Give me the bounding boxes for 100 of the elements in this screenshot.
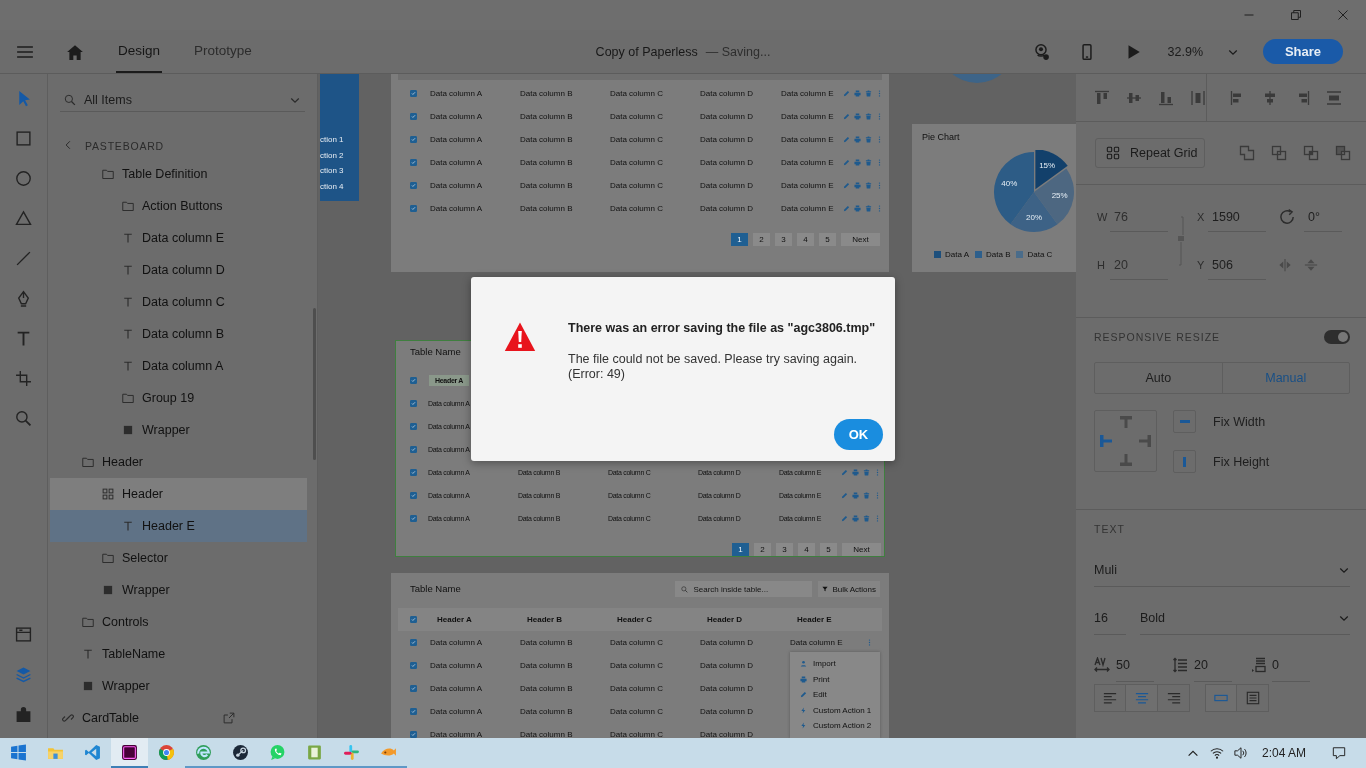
page-button[interactable]: 1: [732, 543, 749, 556]
printer-icon[interactable]: [852, 492, 859, 499]
checkbox[interactable]: [410, 469, 417, 476]
layer-item[interactable]: Wrapper: [50, 574, 307, 606]
checkbox[interactable]: [410, 515, 417, 522]
trash-icon[interactable]: [865, 136, 872, 143]
printer-icon[interactable]: [852, 515, 859, 522]
layer-item[interactable]: Data column E: [50, 222, 307, 254]
repeat-grid-button[interactable]: Repeat Grid: [1095, 138, 1205, 168]
search-field[interactable]: Search inside table...: [675, 581, 813, 597]
checkbox[interactable]: [410, 159, 417, 166]
printer-icon[interactable]: [852, 469, 859, 476]
layer-item[interactable]: Table Definition: [50, 158, 307, 190]
search-field[interactable]: All Items: [84, 92, 281, 107]
pin-icon[interactable]: [1118, 452, 1134, 468]
page-button[interactable]: 4: [798, 543, 815, 556]
page-button[interactable]: 5: [820, 543, 837, 556]
checkbox[interactable]: [410, 616, 417, 623]
more-icon[interactable]: [866, 639, 873, 646]
layer-item[interactable]: TableName: [50, 638, 307, 670]
pencil-icon[interactable]: [841, 492, 848, 499]
next-button[interactable]: Next: [841, 233, 880, 246]
more-icon[interactable]: [876, 182, 883, 189]
trash-icon[interactable]: [863, 469, 870, 476]
align-center-button[interactable]: [1126, 684, 1158, 712]
page-button[interactable]: 3: [775, 233, 792, 246]
layer-item[interactable]: Action Buttons: [50, 190, 307, 222]
ellipse-tool[interactable]: [13, 168, 34, 188]
pin-icon[interactable]: [1137, 433, 1153, 449]
page-button[interactable]: 3: [776, 543, 793, 556]
font-weight-dropdown[interactable]: Bold: [1140, 601, 1350, 635]
printer-icon[interactable]: [854, 136, 861, 143]
more-icon[interactable]: [876, 159, 883, 166]
layer-item[interactable]: Header: [50, 478, 307, 510]
input-field[interactable]: 0°: [1304, 202, 1342, 232]
external-link-icon[interactable]: [223, 712, 235, 724]
pencil-icon[interactable]: [843, 113, 850, 120]
checkbox[interactable]: [410, 377, 417, 384]
notification-icon[interactable]: [1332, 746, 1346, 760]
align-left-button[interactable]: [1094, 684, 1126, 712]
checkbox[interactable]: [410, 685, 417, 692]
bulk-actions-button[interactable]: Bulk Actions: [818, 581, 880, 597]
more-icon[interactable]: [876, 113, 883, 120]
toggle-switch[interactable]: [1324, 330, 1350, 344]
checkbox[interactable]: [410, 492, 417, 499]
column-header[interactable]: Header C: [610, 615, 700, 624]
artboard-tool[interactable]: [13, 368, 34, 388]
layer-item[interactable]: CardTable: [50, 702, 307, 734]
layer-item[interactable]: Wrapper: [50, 670, 307, 702]
volume-icon[interactable]: [1233, 746, 1248, 760]
column-header[interactable]: Header E: [790, 615, 866, 624]
menu-item[interactable]: Custom Action 2: [790, 718, 880, 734]
more-icon[interactable]: [876, 90, 883, 97]
flip-vertical-icon[interactable]: [1304, 258, 1318, 272]
trash-icon[interactable]: [865, 205, 872, 212]
layer-item[interactable]: Data column A: [50, 350, 307, 382]
column-header[interactable]: Header B: [520, 615, 610, 624]
checkbox[interactable]: [410, 446, 417, 453]
fix-width-button[interactable]: [1173, 410, 1196, 433]
more-icon[interactable]: [874, 469, 881, 476]
pencil-icon[interactable]: [843, 205, 850, 212]
layer-item[interactable]: Data column B: [50, 318, 307, 350]
column-header[interactable]: Header A: [430, 615, 520, 624]
page-button[interactable]: 4: [797, 233, 814, 246]
layer-item[interactable]: Data column C: [50, 286, 307, 318]
clock[interactable]: 2:04 AM: [1261, 746, 1306, 760]
trash-icon[interactable]: [863, 515, 870, 522]
exclude-overlap-button[interactable]: [1335, 145, 1351, 161]
checkbox[interactable]: [410, 136, 417, 143]
fixed-size-button[interactable]: [1237, 684, 1269, 712]
trash-icon[interactable]: [863, 492, 870, 499]
checkbox[interactable]: [410, 113, 417, 120]
pencil-icon[interactable]: [841, 515, 848, 522]
more-icon[interactable]: [876, 136, 883, 143]
trash-icon[interactable]: [865, 159, 872, 166]
line-spacing-field[interactable]: 20: [1194, 648, 1232, 682]
page-button[interactable]: 1: [731, 233, 748, 246]
paragraph-spacing-field[interactable]: 0: [1272, 648, 1310, 682]
rectangle-tool[interactable]: [13, 128, 34, 148]
checkbox[interactable]: [410, 182, 417, 189]
zoom-tool[interactable]: [13, 408, 34, 428]
auto-width-button[interactable]: [1205, 684, 1237, 712]
checkbox[interactable]: [410, 662, 417, 669]
distribute-vertical-button[interactable]: [1326, 89, 1342, 106]
more-icon[interactable]: [874, 515, 881, 522]
layer-item[interactable]: Header: [50, 446, 307, 478]
add-button[interactable]: [1239, 145, 1255, 161]
printer-icon[interactable]: [854, 113, 861, 120]
flip-horizontal-icon[interactable]: [1278, 258, 1292, 272]
taskbar-button[interactable]: [111, 738, 148, 768]
layer-item[interactable]: Selector: [50, 542, 307, 574]
printer-icon[interactable]: [854, 90, 861, 97]
input-field[interactable]: 506: [1208, 250, 1266, 280]
layer-item[interactable]: Group 19: [50, 382, 307, 414]
segment-button[interactable]: Auto: [1095, 363, 1222, 393]
next-button[interactable]: Next: [842, 543, 881, 556]
checkbox[interactable]: [410, 205, 417, 212]
layer-item[interactable]: Controls: [50, 606, 307, 638]
pencil-icon[interactable]: [841, 469, 848, 476]
checkbox[interactable]: [410, 90, 417, 97]
